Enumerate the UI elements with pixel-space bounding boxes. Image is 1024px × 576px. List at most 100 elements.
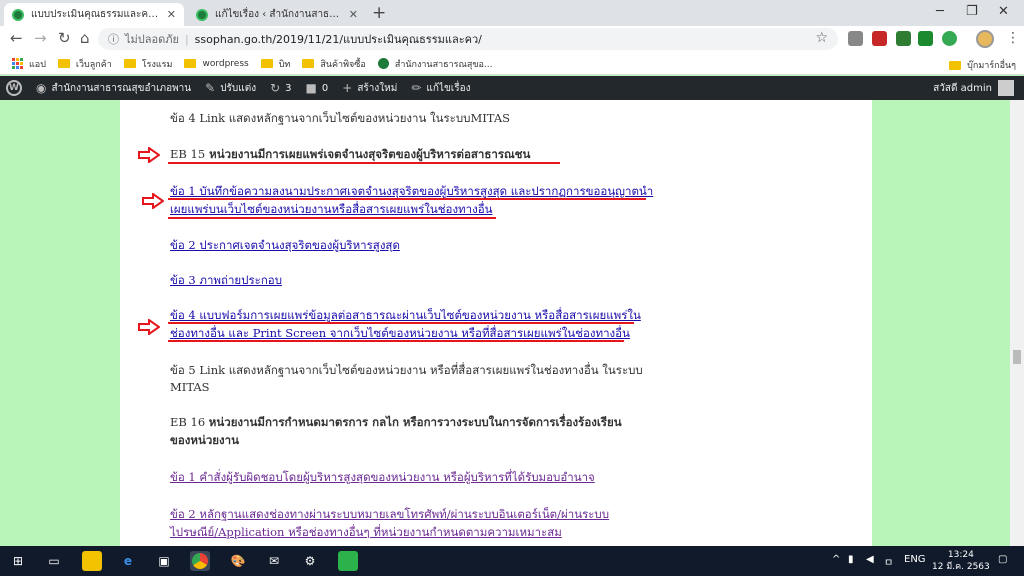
browser-toolbar: ← → ↻ ⌂ ⓘ ไม่ปลอดภัย | ssophan.go.th/201… [0,26,1024,53]
line-app-icon[interactable] [338,551,358,571]
network-icon[interactable]: ▮ [848,554,854,565]
info-icon[interactable]: ⓘ [108,31,119,47]
windows-taskbar: ⊞ ▭ e ▣ 🎨 ✉ ⚙ ^ ▮ ◀ ㅁ ENG 13:24 12 มี.ค.… [0,546,1024,576]
bookmark-label: สำนักงานสาธารณสุขอ... [394,59,493,70]
download-extension-icon[interactable] [918,31,933,46]
item-text: MITAS [170,380,210,394]
greeting-label: สวัสดี admin [933,82,992,94]
site-favicon-icon [377,58,389,69]
url-text[interactable]: ssophan.go.th/2019/11/21/แบบประเมินคุณธร… [195,30,482,48]
admin-new[interactable]: + สร้างใหม่ [342,81,397,96]
not-secure-label: ไม่ปลอดภัย [125,33,179,46]
bookmark-site[interactable]: สำนักงานสาธารณสุขอ... [377,57,493,71]
bookmark-label: โรงแรม [141,59,173,70]
extension-icon[interactable] [848,31,863,46]
bookmark-label: เว็บลูกค้า [75,59,112,70]
dashboard-icon: ◉ [36,81,47,95]
doc-link-eb16-2[interactable]: ข้อ 2 หลักฐานแสดงช่องทางผ่านระบบหมายเลขโ… [170,506,609,524]
bookmark-other[interactable]: บุ๊กมาร์กอื่นๆ [949,58,1016,72]
folder-icon [260,59,273,68]
tab-strip: แบบประเมินคุณธรรมและความโปร่งใสใน ✕ แก้ไ… [0,0,1024,26]
red-arrow-icon [138,319,160,335]
mail-icon[interactable]: ✉ [264,551,284,571]
clock-date: 12 มี.ค. 2563 [932,562,990,572]
close-tab-icon[interactable]: ✕ [349,8,358,21]
cube-extension-icon[interactable] [896,31,911,46]
site-favicon-icon [12,8,24,21]
new-tab-button[interactable]: + [372,3,386,23]
bookmarks-bar: แอป เว็บลูกค้า โรงแรม wordpress บิท สินค… [0,53,1024,75]
doc-link-3[interactable]: ข้อ 3 ภาพถ่ายประกอบ [170,272,282,290]
doc-link-2[interactable]: ข้อ 2 ประกาศเจตจำนงสุจริตของผู้บริหารสูง… [170,237,400,255]
windows-start-icon[interactable]: ⊞ [8,551,28,571]
site-favicon-icon [196,8,208,21]
tray-chevron-icon[interactable]: ^ [832,554,840,565]
profile-avatar[interactable] [976,30,994,48]
pencil-icon: ✏ [411,81,422,95]
store-icon[interactable]: ▣ [154,551,174,571]
speaker-icon[interactable]: ◀ [866,554,874,565]
grammar-extension-icon[interactable] [942,31,957,46]
red-underline [168,322,634,324]
address-bar[interactable]: ⓘ ไม่ปลอดภัย | ssophan.go.th/2019/11/21/… [98,28,838,50]
home-icon[interactable]: ⌂ [80,29,90,47]
admin-account[interactable]: สวัสดี admin [933,80,1014,96]
tool-icon[interactable]: ⚙ [300,551,320,571]
admin-comments[interactable]: ■ 0 [306,81,329,95]
edge-icon[interactable]: e [118,551,138,571]
bookmark-folder[interactable]: เว็บลูกค้า [57,57,112,71]
folder-icon [184,59,197,68]
wordpress-logo-icon[interactable]: W [6,80,22,96]
forward-icon[interactable]: → [34,29,47,47]
eb16-title-cont: ของหน่วยงาน [170,433,239,447]
page-scrollbar[interactable] [1010,100,1024,546]
admin-site-link[interactable]: ◉ สำนักงานสาธารณสุขอำเภอพาน [36,81,191,96]
bookmark-star-icon[interactable]: ☆ [815,30,828,46]
chrome-icon[interactable] [190,551,210,571]
scrollbar-thumb[interactable] [1013,350,1021,364]
close-tab-icon[interactable]: ✕ [167,8,176,21]
red-arrow-icon [138,147,160,163]
notifications-icon[interactable]: ▢ [998,554,1007,565]
task-view-icon[interactable]: ▭ [44,551,64,571]
admin-customize[interactable]: ✎ ปรับแต่ง [205,81,256,96]
restore-icon[interactable]: ❐ [966,4,978,19]
admin-edit[interactable]: ✏ แก้ไขเรื่อง [411,81,470,96]
clock-time: 13:24 [947,550,974,560]
red-underline [168,162,560,164]
admin-updates[interactable]: ↻ 3 [270,81,291,95]
plus-icon: + [342,81,353,95]
tab-active[interactable]: แบบประเมินคุณธรรมและความโปร่งใสใน ✕ [4,3,184,26]
bookmark-folder[interactable]: สินค้าพิจซื้อ [302,57,366,71]
bookmark-folder[interactable]: โรงแรม [123,57,173,71]
file-explorer-icon[interactable] [82,551,102,571]
item-text: ข้อ 5 Link แสดงหลักฐานจากเว็บไซต์ของหน่ว… [170,363,643,377]
brush-icon: ✎ [205,81,216,95]
bookmark-apps[interactable]: แอป [12,57,46,71]
eb16-title: หน่วยงานมีการกำหนดมาตรการ กลไก หรือการวา… [208,415,622,429]
bookmark-folder[interactable]: wordpress [184,58,249,69]
pdf-extension-icon[interactable] [872,31,887,46]
bookmark-folder[interactable]: บิท [260,57,290,71]
red-underline [168,217,496,219]
tab-title: แบบประเมินคุณธรรมและความโปร่งใสใน [31,9,161,20]
red-underline [168,198,646,200]
taskbar-clock[interactable]: 13:24 12 มี.ค. 2563 [932,549,990,573]
doc-link-eb16-1[interactable]: ข้อ 1 คำสั่งผู้รับผิดชอบโดยผู้บริหารสูงส… [170,469,595,487]
folder-icon [57,59,70,68]
minimize-icon[interactable]: ─ [936,4,944,19]
bookmark-label: wordpress [202,58,249,69]
page-viewport: ข้อ 4 Link แสดงหลักฐานจากเว็บไซต์ของหน่ว… [0,100,1024,546]
folder-icon [123,59,136,68]
tab-edit-post[interactable]: แก้ไขเรื่อง ‹ สำนักงานสาธารณสุขอำเภ ✕ [188,3,366,26]
ime-icon[interactable]: ㅁ [884,554,893,569]
reload-icon[interactable]: ↻ [58,29,71,47]
browser-menu-icon[interactable]: ⋮ [1006,30,1020,46]
folder-icon [302,59,315,68]
language-indicator[interactable]: ENG [904,554,926,565]
doc-link-eb16-2-cont[interactable]: ไปรษณีย์/Application หรือช่องทางอื่นๆ ที… [170,524,562,542]
site-name: สำนักงานสาธารณสุขอำเภอพาน [51,82,192,94]
close-window-icon[interactable]: ✕ [998,4,1009,19]
paint-icon[interactable]: 🎨 [228,551,248,571]
back-icon[interactable]: ← [10,29,23,47]
